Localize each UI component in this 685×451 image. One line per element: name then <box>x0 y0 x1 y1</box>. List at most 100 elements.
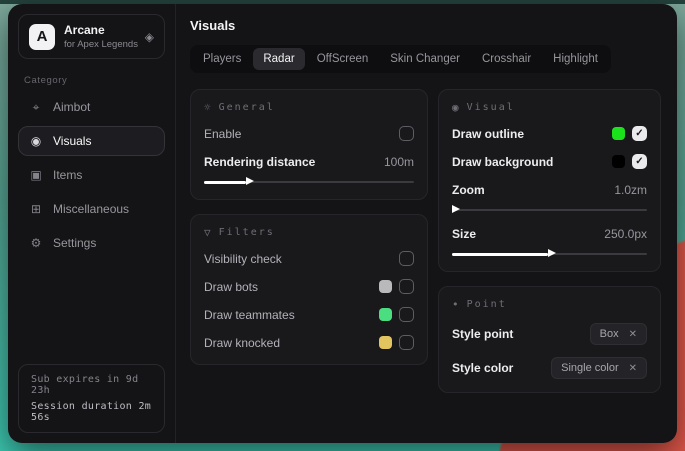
visibility-check-checkbox[interactable]: ✓ <box>399 251 414 266</box>
slider-thumb[interactable] <box>548 249 556 257</box>
miscellaneous-icon: ⊞ <box>29 202 43 216</box>
main-panel: Visuals Players Radar OffScreen Skin Cha… <box>176 4 677 443</box>
visual-card-title: Visual <box>467 102 515 113</box>
session-duration-text: Session duration 2m 56s <box>31 401 152 423</box>
settings-target-icon[interactable]: ◈ <box>145 30 154 44</box>
check-icon: ✓ <box>635 157 643 167</box>
size-row: Size 250.0px <box>452 225 647 242</box>
sidebar-item-label: Aimbot <box>53 100 90 114</box>
draw-outline-checkbox[interactable]: ✓ <box>632 126 647 141</box>
sidebar-item-visuals[interactable]: ◉ Visuals <box>18 126 165 156</box>
visual-icon: ◉ <box>452 101 459 114</box>
size-slider[interactable] <box>452 250 647 258</box>
app-logo: A <box>29 24 55 50</box>
point-card: • Point Style point Box ✕ Style color <box>438 286 661 393</box>
zoom-slider[interactable] <box>452 206 647 214</box>
tab-crosshair[interactable]: Crosshair <box>472 48 541 70</box>
sidebar-item-label: Visuals <box>53 134 91 148</box>
style-color-tag-label: Single color <box>561 362 618 374</box>
rendering-distance-row: Rendering distance 100m <box>204 153 414 170</box>
sidebar-item-settings[interactable]: ⚙ Settings <box>18 228 165 258</box>
draw-teammates-checkbox[interactable]: ✓ <box>399 307 414 322</box>
draw-outline-row: Draw outline ✓ <box>452 125 647 142</box>
app-header-card: A Arcane for Apex Legends ◈ <box>18 14 165 59</box>
style-point-row: Style point Box ✕ <box>452 323 647 345</box>
draw-teammates-label: Draw teammates <box>204 308 295 322</box>
general-icon: ☼ <box>204 101 211 114</box>
point-card-title: Point <box>467 299 507 310</box>
style-color-select[interactable]: Single color ✕ <box>551 357 647 379</box>
items-icon: ▣ <box>29 168 43 182</box>
draw-background-color-swatch[interactable] <box>612 155 625 168</box>
sidebar-item-miscellaneous[interactable]: ⊞ Miscellaneous <box>18 194 165 224</box>
visual-card: ◉ Visual Draw outline ✓ <box>438 89 661 272</box>
draw-teammates-color-swatch[interactable] <box>379 308 392 321</box>
zoom-row: Zoom 1.0zm <box>452 181 647 198</box>
app-name: Arcane <box>64 23 136 37</box>
check-icon: ✓ <box>635 129 643 139</box>
style-point-select[interactable]: Box ✕ <box>590 323 647 345</box>
app-window: A Arcane for Apex Legends ◈ Category ⌖ A… <box>8 4 677 443</box>
sidebar-item-aimbot[interactable]: ⌖ Aimbot <box>18 92 165 122</box>
app-subtitle: for Apex Legends <box>64 39 136 50</box>
draw-teammates-row: Draw teammates ✓ <box>204 306 414 323</box>
size-value: 250.0px <box>604 227 647 241</box>
tab-offscreen[interactable]: OffScreen <box>307 48 379 70</box>
page-title: Visuals <box>190 18 661 33</box>
subscription-info-card: Sub expires in 9d 23h Session duration 2… <box>18 364 165 433</box>
tab-highlight[interactable]: Highlight <box>543 48 608 70</box>
draw-knocked-label: Draw knocked <box>204 336 280 350</box>
draw-outline-label: Draw outline <box>452 127 524 141</box>
style-color-label: Style color <box>452 361 513 375</box>
zoom-value: 1.0zm <box>614 183 647 197</box>
filters-icon: ▽ <box>204 226 211 239</box>
visuals-icon: ◉ <box>29 134 43 148</box>
draw-background-row: Draw background ✓ <box>452 153 647 170</box>
filters-card: ▽ Filters Visibility check ✓ Draw bots <box>190 214 428 365</box>
draw-background-checkbox[interactable]: ✓ <box>632 154 647 169</box>
draw-bots-label: Draw bots <box>204 280 258 294</box>
draw-knocked-row: Draw knocked ✓ <box>204 334 414 351</box>
settings-icon: ⚙ <box>29 236 43 250</box>
draw-bots-row: Draw bots ✓ <box>204 278 414 295</box>
style-color-row: Style color Single color ✕ <box>452 357 647 379</box>
sidebar-item-label: Settings <box>53 236 96 250</box>
slider-thumb[interactable] <box>452 205 460 213</box>
size-label: Size <box>452 227 476 241</box>
visibility-check-label: Visibility check <box>204 252 282 266</box>
tab-skin-changer[interactable]: Skin Changer <box>380 48 470 70</box>
category-label: Category <box>24 75 159 86</box>
general-card-title: General <box>219 102 275 113</box>
style-point-tag-label: Box <box>600 328 619 340</box>
rendering-distance-value: 100m <box>384 155 414 169</box>
sidebar-item-label: Items <box>53 168 82 182</box>
sidebar: A Arcane for Apex Legends ◈ Category ⌖ A… <box>8 4 176 443</box>
tab-radar[interactable]: Radar <box>253 48 304 70</box>
zoom-label: Zoom <box>452 183 485 197</box>
visuals-tabbar: Players Radar OffScreen Skin Changer Cro… <box>190 45 611 73</box>
visibility-check-row: Visibility check ✓ <box>204 250 414 267</box>
sidebar-nav: ⌖ Aimbot ◉ Visuals ▣ Items ⊞ Miscellaneo… <box>8 92 175 258</box>
close-icon[interactable]: ✕ <box>629 363 637 374</box>
filters-card-title: Filters <box>219 227 275 238</box>
rendering-distance-label: Rendering distance <box>204 155 315 169</box>
sub-expires-text: Sub expires in 9d 23h <box>31 374 152 396</box>
tab-players[interactable]: Players <box>193 48 251 70</box>
draw-outline-color-swatch[interactable] <box>612 127 625 140</box>
draw-knocked-checkbox[interactable]: ✓ <box>399 335 414 350</box>
slider-thumb[interactable] <box>246 177 254 185</box>
aimbot-icon: ⌖ <box>29 100 43 115</box>
general-card: ☼ General Enable ✓ Rendering distance 10… <box>190 89 428 200</box>
close-icon[interactable]: ✕ <box>629 329 637 340</box>
style-point-label: Style point <box>452 327 513 341</box>
sidebar-item-label: Miscellaneous <box>53 202 129 216</box>
enable-row: Enable ✓ <box>204 125 414 142</box>
draw-knocked-color-swatch[interactable] <box>379 336 392 349</box>
point-icon: • <box>452 298 459 311</box>
sidebar-item-items[interactable]: ▣ Items <box>18 160 165 190</box>
draw-bots-color-swatch[interactable] <box>379 280 392 293</box>
enable-checkbox[interactable]: ✓ <box>399 126 414 141</box>
rendering-distance-slider[interactable] <box>204 178 414 186</box>
enable-label: Enable <box>204 127 241 141</box>
draw-bots-checkbox[interactable]: ✓ <box>399 279 414 294</box>
